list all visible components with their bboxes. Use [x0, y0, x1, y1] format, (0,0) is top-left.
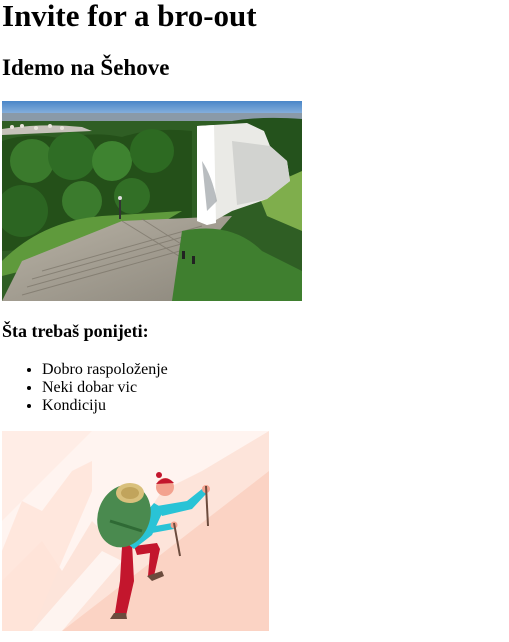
- monument-photo: [2, 101, 302, 301]
- bring-list: Dobro raspoloženje Neki dobar vic Kondic…: [2, 361, 168, 415]
- page-subtitle: Idemo na Šehove: [2, 55, 170, 80]
- list-item: Kondiciju: [42, 397, 168, 415]
- bring-heading: Šta trebaš ponijeti:: [2, 321, 149, 341]
- list-item: Neki dobar vic: [42, 379, 168, 397]
- page-title: Invite for a bro-out: [2, 0, 257, 33]
- hiker-illustration: [2, 431, 269, 631]
- list-item: Dobro raspoloženje: [42, 361, 168, 379]
